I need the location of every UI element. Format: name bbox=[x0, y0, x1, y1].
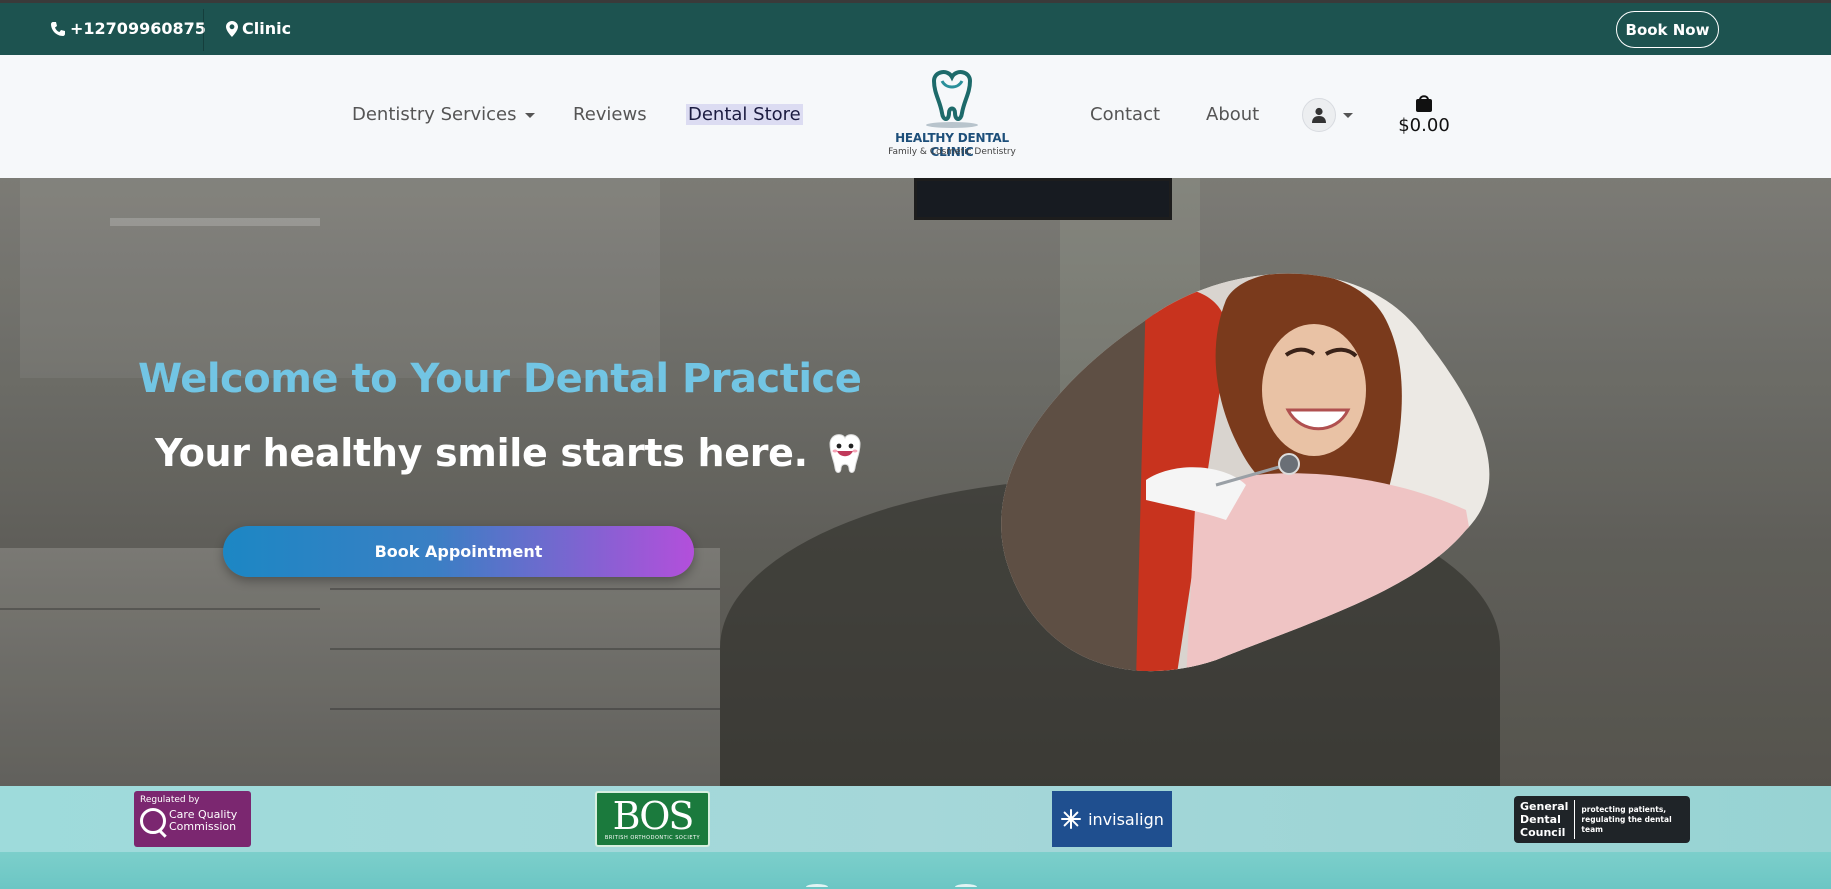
clinic-logo[interactable]: HEALTHY DENTAL CLINIC Family & Cosmetic … bbox=[878, 67, 1026, 167]
hero-overlay bbox=[0, 178, 1831, 786]
accreditation-strip: Regulated by Care Quality Commission BOS … bbox=[0, 786, 1831, 852]
gdc-line2: Dental bbox=[1520, 813, 1561, 826]
book-now-button[interactable]: Book Now bbox=[1616, 11, 1719, 48]
gdc-line3: Council bbox=[1520, 826, 1566, 839]
gdc-right1: protecting patients, bbox=[1581, 804, 1667, 814]
account-button[interactable] bbox=[1302, 98, 1336, 132]
main-nav: Dentistry Services Reviews Dental Store … bbox=[0, 55, 1831, 178]
tooth-logo-icon bbox=[926, 70, 978, 128]
phone-number: +12709960875 bbox=[70, 19, 206, 38]
nav-dentistry-services-label: Dentistry Services bbox=[352, 104, 517, 125]
nav-reviews[interactable]: Reviews bbox=[573, 104, 647, 125]
location-link[interactable]: Clinic bbox=[226, 19, 291, 38]
map-pin-icon bbox=[226, 20, 238, 37]
invisalign-label: invisalign bbox=[1088, 809, 1164, 829]
phone-icon bbox=[51, 21, 65, 36]
bos-logo[interactable]: BOS BRITISH ORTHODONTIC SOCIETY bbox=[595, 791, 710, 847]
hero-section: Welcome to Your Dental Practice Your hea… bbox=[0, 178, 1831, 786]
patient-photo bbox=[1001, 273, 1490, 672]
phone-link[interactable]: +12709960875 bbox=[50, 19, 206, 38]
next-section-heading-fragment bbox=[955, 884, 977, 889]
gdc-name: General Dental Council bbox=[1520, 800, 1576, 839]
invisalign-logo[interactable]: invisalign bbox=[1052, 791, 1172, 847]
location-label: Clinic bbox=[242, 19, 292, 38]
next-section-heading-fragment bbox=[806, 884, 828, 889]
logo-tagline: Family & Cosmetic Dentistry bbox=[888, 147, 1016, 157]
cqc-line2: Commission bbox=[169, 820, 237, 833]
cqc-name: Care Quality Commission bbox=[169, 809, 237, 833]
user-icon bbox=[1312, 107, 1326, 123]
cqc-q-icon bbox=[140, 808, 166, 834]
nav-dentistry-services[interactable]: Dentistry Services bbox=[352, 104, 535, 125]
cart-total: $0.00 bbox=[1398, 115, 1450, 136]
top-bar: +12709960875 Clinic Book Now bbox=[0, 0, 1831, 55]
chevron-down-icon bbox=[524, 112, 535, 118]
tooth-emoji-icon bbox=[829, 434, 861, 473]
hero-title: Welcome to Your Dental Practice bbox=[138, 356, 862, 402]
gdc-line1: General bbox=[1520, 800, 1569, 813]
hero-subtitle-row: Your healthy smile starts here. bbox=[155, 431, 866, 475]
gdc-right2: regulating the dental team bbox=[1581, 814, 1672, 834]
next-section bbox=[0, 852, 1831, 889]
topbar-divider bbox=[203, 9, 204, 51]
account-chevron-down-icon[interactable] bbox=[1343, 113, 1353, 118]
cart-button[interactable]: $0.00 bbox=[1394, 93, 1454, 139]
gdc-strapline: protecting patients, regulating the dent… bbox=[1581, 805, 1684, 835]
bos-name: BRITISH ORTHODONTIC SOCIETY bbox=[604, 835, 701, 841]
nav-dental-store[interactable]: Dental Store bbox=[686, 104, 803, 125]
invisalign-star-icon bbox=[1061, 809, 1082, 829]
nav-contact[interactable]: Contact bbox=[1090, 104, 1160, 125]
gdc-logo[interactable]: General Dental Council protecting patien… bbox=[1514, 796, 1690, 843]
nav-about[interactable]: About bbox=[1206, 104, 1259, 125]
cqc-row: Care Quality Commission bbox=[140, 808, 245, 834]
shopping-bag-icon bbox=[1416, 95, 1432, 112]
cqc-logo[interactable]: Regulated by Care Quality Commission bbox=[134, 791, 251, 847]
bos-mark: BOS bbox=[612, 794, 695, 838]
hero-subtitle: Your healthy smile starts here. bbox=[155, 431, 808, 475]
cqc-regulated-by: Regulated by bbox=[140, 795, 200, 805]
book-appointment-button[interactable]: Book Appointment bbox=[223, 526, 694, 577]
